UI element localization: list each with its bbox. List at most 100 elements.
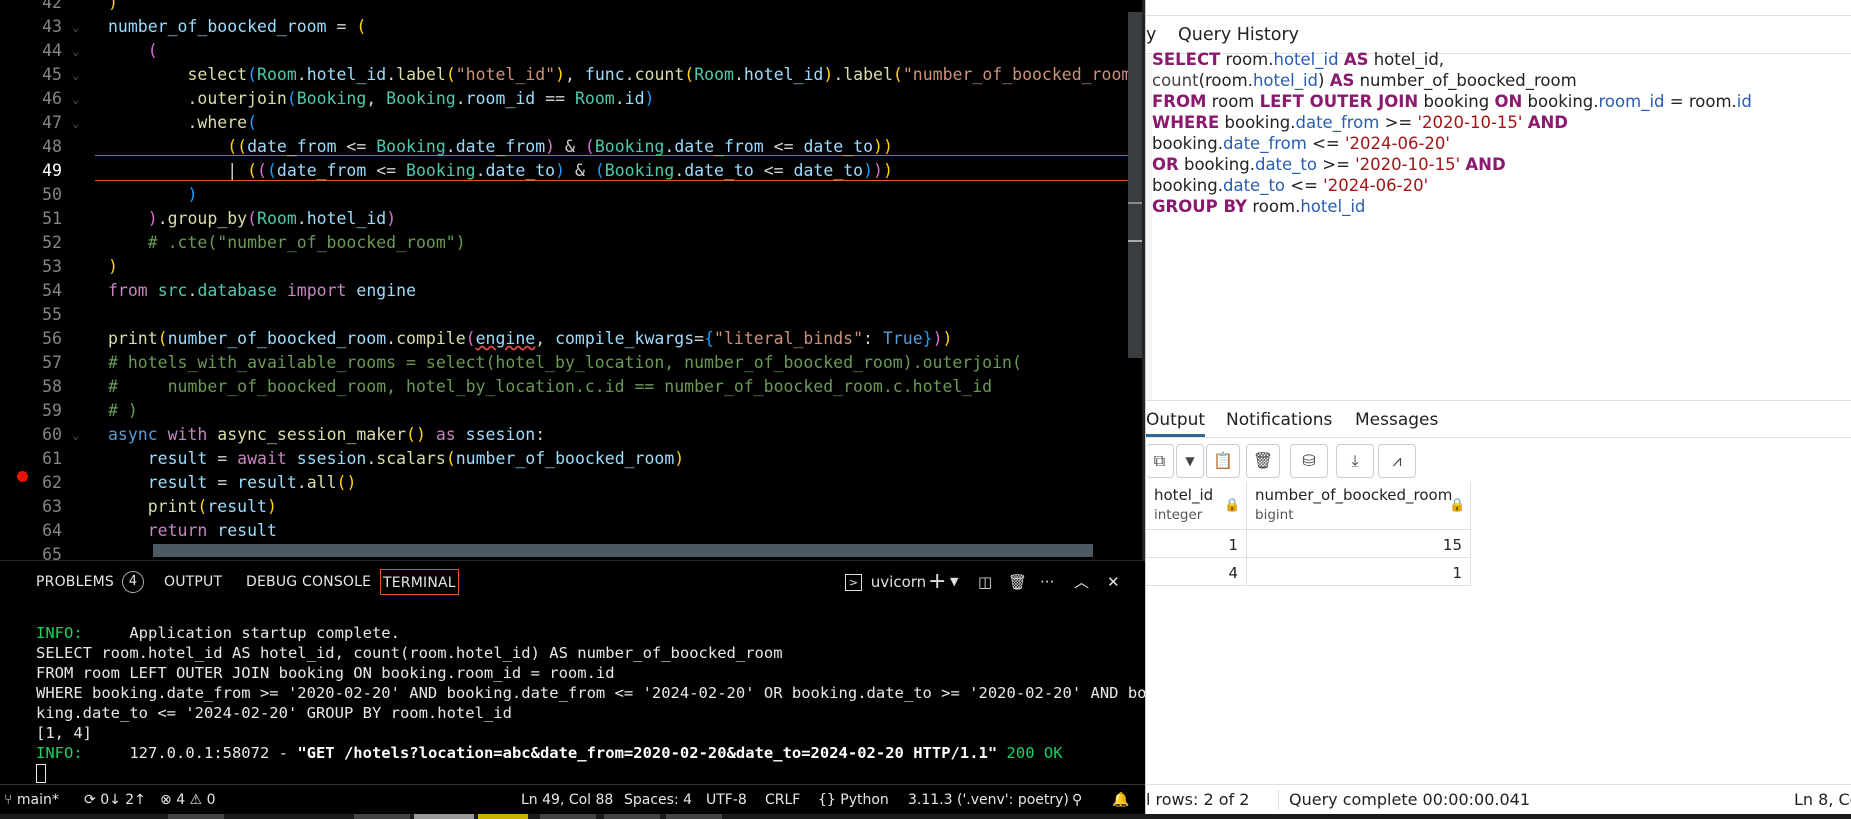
download-icon[interactable]: ⤓ (1336, 444, 1374, 478)
horizontal-scrollbar[interactable] (153, 544, 1093, 557)
terminal-output[interactable]: INFO: Application startup complete. SELEC… (36, 623, 1156, 783)
tab-notifications[interactable]: Notifications (1226, 409, 1332, 431)
language-mode[interactable]: {} Python (818, 791, 889, 809)
code-line[interactable]: 52 # .cte("number_of_boocked_room") (0, 231, 1130, 255)
delete-icon[interactable]: 🗑 (1246, 444, 1280, 478)
taskbar-item[interactable] (604, 814, 660, 819)
vscode-window: 42) 43 ⌄ number_of_boocked_room = (44 ⌄ (45 ⌄… (0, 0, 1156, 819)
sql-line[interactable]: OR booking.date_to >= '2020-10-15' AND (1152, 154, 1506, 175)
encoding[interactable]: UTF-8 (706, 791, 747, 809)
line-number: 61 (42, 449, 62, 468)
code-line[interactable]: 43 ⌄ number_of_boocked_room = ( (0, 15, 1130, 39)
pgadmin-window: y Query History SELECT room.hotel_id AS … (1145, 0, 1851, 814)
code-line[interactable]: 58 # number_of_boocked_room, hotel_by_loc… (0, 375, 1130, 399)
cell-hotel-id[interactable]: 1 (1146, 530, 1247, 558)
code-line[interactable]: 62 result = result.all() (0, 471, 1130, 495)
fold-chevron-icon[interactable]: ⌄ (72, 111, 79, 135)
notifications-bell-icon[interactable]: 🔔 (1112, 791, 1129, 809)
sql-editor[interactable]: SELECT room.hotel_id AS hotel_id, count(r… (1146, 50, 1851, 400)
split-terminal-icon[interactable]: ◫ (978, 571, 992, 593)
taskbar-item[interactable] (414, 814, 474, 819)
fold-chevron-icon[interactable]: ⌄ (72, 87, 79, 111)
indentation[interactable]: Spaces: 4 (624, 791, 692, 809)
chevron-down-icon[interactable]: ▼ (950, 571, 958, 593)
taskbar-item[interactable] (666, 814, 722, 819)
python-interpreter[interactable]: 3.11.3 ('.venv': poetry) (908, 791, 1069, 809)
maximize-panel-icon[interactable]: ︿ (1074, 571, 1089, 593)
code-line[interactable]: 42) (0, 0, 1130, 15)
sql-line[interactable]: WHERE booking.date_from >= '2020-10-15' … (1152, 112, 1568, 133)
problems-indicator[interactable]: ⊗ 4 ⚠ 0 (160, 791, 215, 809)
sync-icon: ⟳ (84, 792, 101, 808)
close-panel-icon[interactable]: ✕ (1107, 571, 1120, 593)
code-editor[interactable]: 42) 43 ⌄ number_of_boocked_room = (44 ⌄ (45 ⌄… (0, 0, 1145, 560)
log-level: INFO: (36, 744, 83, 762)
breakpoint-icon[interactable] (17, 471, 28, 482)
terminal-prompt[interactable] (36, 763, 1136, 783)
code-line[interactable]: 46 ⌄ .outerjoin(Booking, Booking.room_id … (0, 87, 1130, 111)
sql-line[interactable]: FROM room LEFT OUTER JOIN booking ON boo… (1152, 91, 1752, 112)
tab-debug-console[interactable]: DEBUG CONSOLE (246, 569, 371, 595)
cell-hotel-id[interactable]: 4 (1146, 558, 1247, 586)
code-line[interactable]: 45 ⌄ select(Room.hotel_id.label("hotel_id… (0, 63, 1145, 87)
branch-indicator[interactable]: ⑂ main* (4, 791, 59, 809)
code-line[interactable]: 44 ⌄ ( (0, 39, 1130, 63)
line-number: 49 (42, 161, 62, 180)
tab-partial[interactable]: y (1146, 24, 1156, 46)
paste-icon[interactable]: 📋 (1206, 444, 1240, 478)
column-header-number-of-boocked-room[interactable]: number_of_boocked_room bigint 🔒 (1247, 482, 1471, 530)
tab-query-history[interactable]: Query History (1178, 24, 1299, 46)
code-line[interactable]: 61 result = await ssesion.scalars(number… (0, 447, 1130, 471)
trash-icon[interactable]: 🗑 (1008, 571, 1027, 593)
code-line[interactable]: 53) (0, 255, 1130, 279)
sql-line[interactable]: SELECT room.hotel_id AS hotel_id, (1152, 49, 1444, 70)
code-line[interactable]: 60 ⌄ async with async_session_maker() as s… (0, 423, 1130, 447)
sql-line[interactable]: GROUP BY room.hotel_id (1152, 196, 1365, 217)
code-line[interactable]: 57 # hotels_with_available_rooms = select… (0, 351, 1130, 375)
sql-line[interactable]: booking.date_to <= '2024-06-20' (1152, 175, 1428, 196)
code-line[interactable]: 51 ).group_by(Room.hotel_id) (0, 207, 1130, 231)
taskbar-item[interactable] (354, 814, 410, 819)
cell-count[interactable]: 1 (1247, 558, 1471, 586)
vertical-scrollbar[interactable] (1128, 12, 1142, 358)
graph-visualiser-icon[interactable]: ⩘ (1378, 444, 1416, 478)
code-line[interactable]: 47 ⌄ .where( (0, 111, 1130, 135)
more-actions-icon[interactable]: ··· (1040, 571, 1054, 593)
tab-messages[interactable]: Messages (1355, 409, 1438, 431)
fold-chevron-icon[interactable]: ⌄ (72, 63, 79, 87)
end-of-line[interactable]: CRLF (765, 791, 800, 809)
code-line[interactable]: 64 return result (0, 519, 1130, 543)
taskbar-item[interactable] (478, 814, 528, 819)
code-text: number_of_boocked_room = ( (108, 17, 367, 36)
tab-output[interactable]: Output (1146, 409, 1206, 437)
fold-chevron-icon[interactable]: ⌄ (72, 15, 79, 39)
code-line[interactable]: 56 print(number_of_boocked_room.compile(e… (0, 327, 1130, 351)
copy-icon[interactable]: ⧉ (1146, 444, 1174, 478)
code-line[interactable]: 49 | (((date_from <= Booking.date_to) & … (0, 159, 1130, 183)
save-data-icon[interactable]: ⛁ (1290, 444, 1328, 478)
code-line[interactable]: 55 (0, 303, 1130, 327)
code-line[interactable]: 48 ((date_from <= Booking.date_from) & (… (0, 135, 1130, 159)
fold-chevron-icon[interactable]: ⌄ (72, 39, 79, 63)
taskbar-item[interactable] (540, 814, 596, 819)
tab-terminal[interactable]: TERMINAL (380, 569, 459, 595)
code-line[interactable]: 50 ) (0, 183, 1130, 207)
cursor-position[interactable]: Ln 49, Col 88 (521, 791, 613, 809)
results-toolbar: ⧉ ▼ 📋 🗑 ⛁ ⤓ ⩘ (1146, 439, 1851, 481)
new-terminal-plus-icon[interactable]: + (928, 571, 946, 593)
sql-line[interactable]: booking.date_from <= '2024-06-20' (1152, 133, 1450, 154)
column-header-hotel-id[interactable]: hotel_id integer 🔒 (1146, 482, 1247, 530)
sync-indicator[interactable]: ⟳ 0↓ 2↑ (84, 791, 146, 809)
taskbar-item[interactable] (168, 814, 224, 819)
tab-problems[interactable]: PROBLEMS 4 (36, 569, 145, 595)
chevron-down-icon[interactable]: ▼ (1176, 444, 1204, 478)
terminal-selector[interactable]: > uvicorn (845, 571, 926, 593)
code-line[interactable]: 54 from src.database import engine (0, 279, 1130, 303)
sql-line[interactable]: count(room.hotel_id) AS number_of_boocke… (1152, 70, 1577, 91)
code-line[interactable]: 59 # ) (0, 399, 1130, 423)
feedback-icon[interactable]: ⚲ (1072, 791, 1082, 809)
tab-output[interactable]: OUTPUT (164, 569, 222, 595)
fold-chevron-icon[interactable]: ⌄ (72, 423, 79, 447)
cell-count[interactable]: 15 (1247, 530, 1471, 558)
code-line[interactable]: 63 print(result) (0, 495, 1130, 519)
